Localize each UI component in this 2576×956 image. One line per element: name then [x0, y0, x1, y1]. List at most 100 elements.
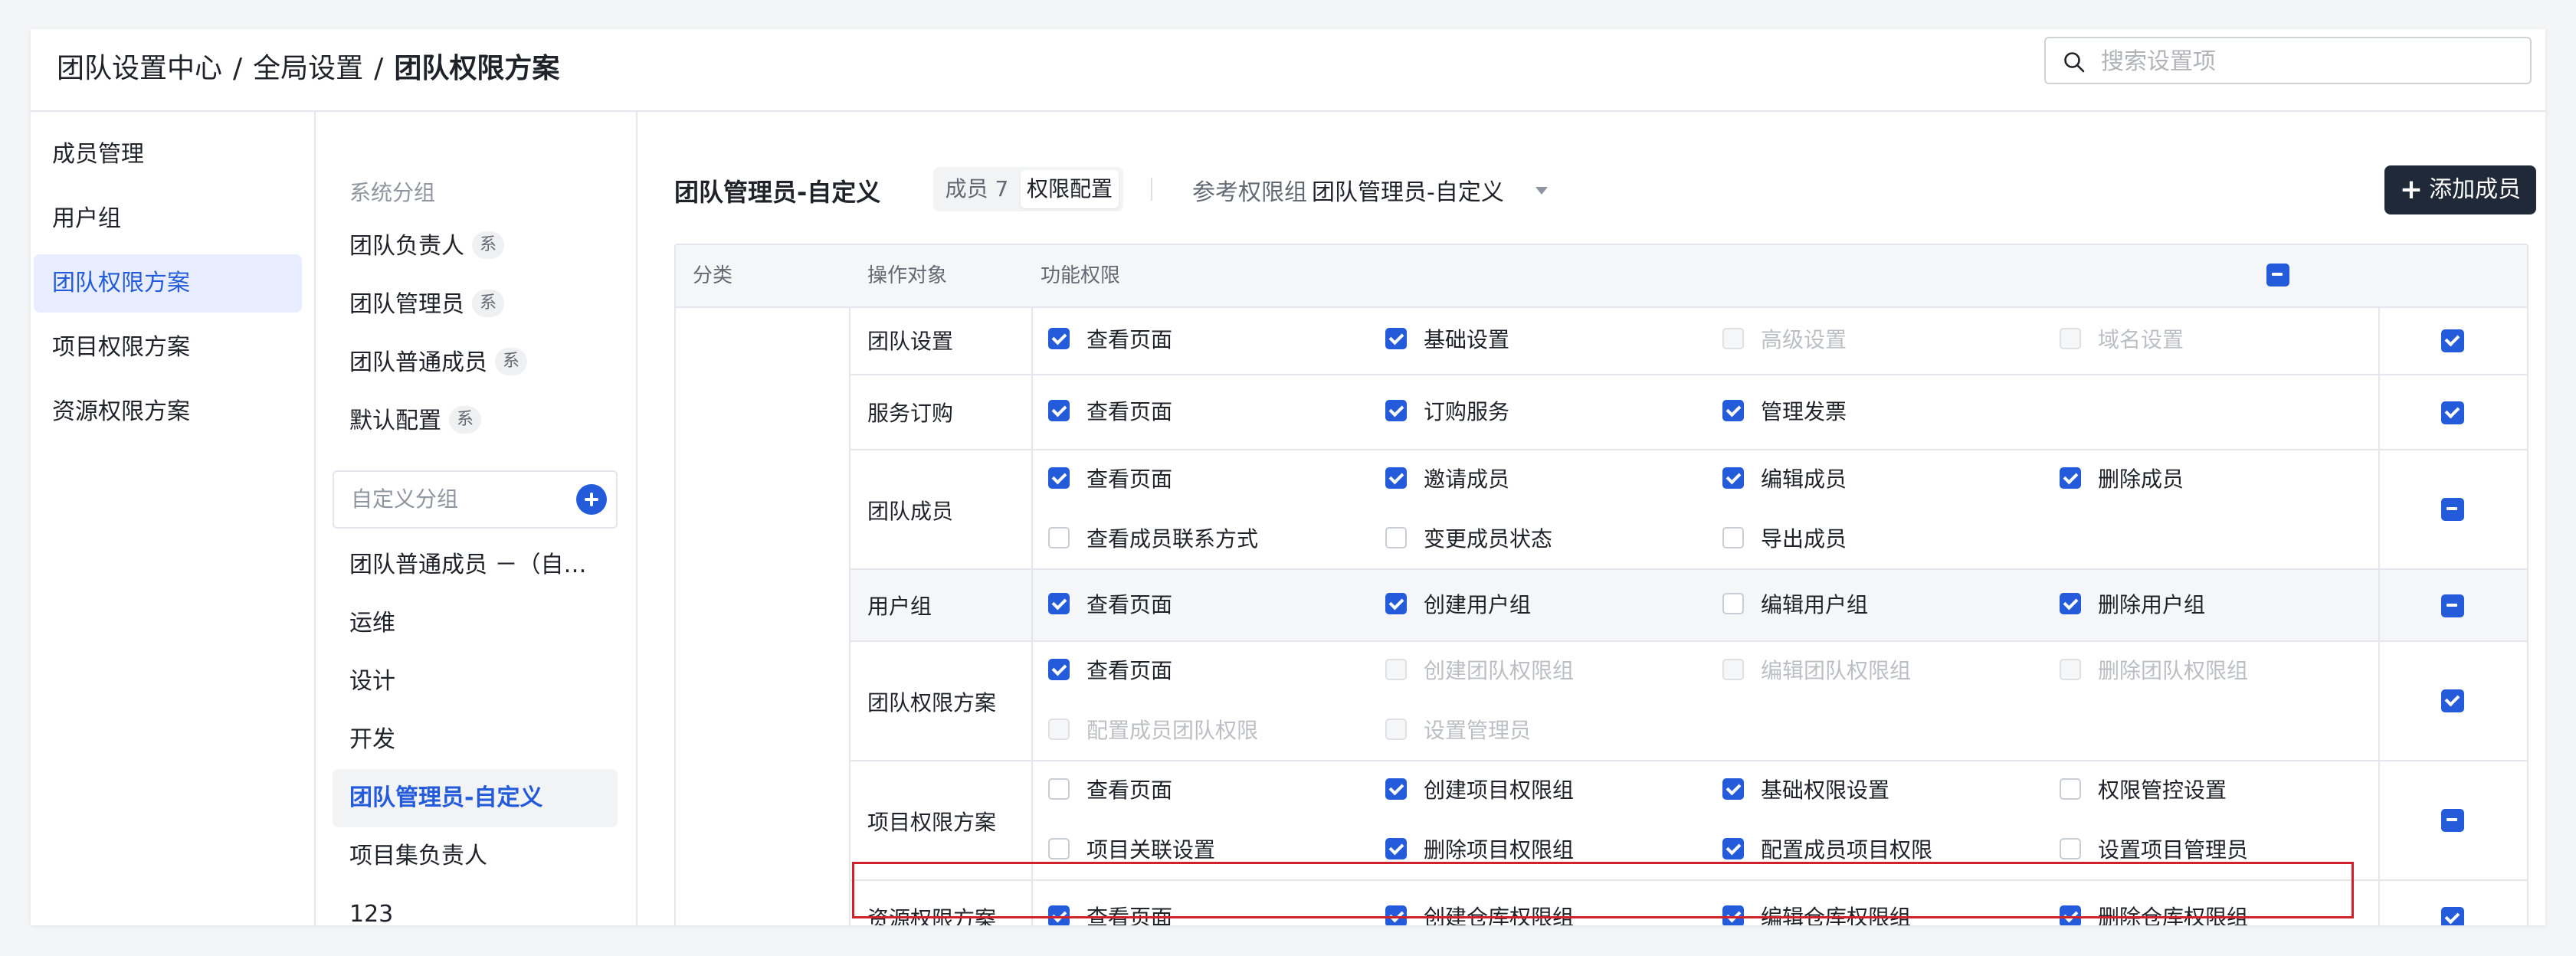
system-group-title: 系统分组: [349, 180, 436, 205]
header-permissions: 功能权限: [1041, 264, 1121, 287]
system-badge: 系: [495, 347, 528, 375]
custom-group-title: 自定义分组: [351, 486, 459, 512]
row-object: 服务订购: [867, 401, 954, 426]
permission-checkbox[interactable]: 编辑成员: [1722, 464, 1847, 495]
permission-checkbox: 创建团队权限组: [1385, 656, 1574, 686]
row-select-checkbox[interactable]: [2441, 401, 2464, 424]
group-item-label: 团队负责人: [349, 233, 464, 260]
permission-checkbox[interactable]: 查看成员联系方式: [1048, 524, 1258, 555]
system-badge: 系: [472, 231, 505, 259]
row-select-checkbox[interactable]: [2441, 329, 2464, 352]
permission-checkbox[interactable]: 项目关联设置: [1048, 835, 1215, 866]
breadcrumb-current: 团队权限方案: [394, 53, 560, 84]
permission-table: 分类 操作对象 功能权限 团队设置 查看页面 基础设置 高级设置 域名设置 服务…: [674, 244, 2528, 925]
header-object: 操作对象: [867, 264, 948, 287]
group-item-custom-selected[interactable]: 团队管理员-自定义: [333, 769, 618, 827]
system-badge: 系: [449, 405, 482, 434]
sidebar-item-team-permissions[interactable]: 团队权限方案: [34, 254, 302, 313]
permission-checkbox[interactable]: 查看页面: [1048, 397, 1172, 427]
toolbar-divider: [1151, 178, 1152, 201]
add-member-label: 添加成员: [2429, 176, 2522, 203]
permission-checkbox[interactable]: 管理发票: [1722, 397, 1847, 427]
reference-group-select[interactable]: 团队管理员-自定义: [1312, 173, 1504, 207]
select-all-checkbox[interactable]: [2266, 264, 2289, 286]
row-object: 团队成员: [867, 499, 954, 524]
permission-checkbox[interactable]: 查看页面: [1048, 590, 1172, 620]
search-icon: [2064, 52, 2085, 73]
table-row: 用户组 查看页面 创建用户组 编辑用户组 删除用户组: [850, 570, 2527, 642]
row-select-checkbox[interactable]: [2441, 594, 2464, 617]
group-item-custom[interactable]: 运维: [333, 594, 618, 653]
permission-checkbox: 高级设置: [1722, 325, 1847, 355]
permission-checkbox[interactable]: 删除项目权限组: [1385, 835, 1574, 866]
permission-checkbox: 编辑团队权限组: [1722, 656, 1911, 686]
group-item-custom[interactable]: 设计: [333, 653, 618, 711]
table-row: 团队权限方案 查看页面 创建团队权限组 编辑团队权限组 删除团队权限组 配置成员…: [850, 642, 2527, 761]
table-header: 分类 操作对象 功能权限: [676, 245, 2527, 308]
add-member-button[interactable]: + 添加成员: [2384, 165, 2536, 214]
tab-members[interactable]: 成员 7: [936, 170, 1018, 208]
breadcrumb: 团队设置中心 / 全局设置 / 团队权限方案: [57, 46, 559, 92]
permission-checkbox[interactable]: 查看页面: [1048, 464, 1172, 495]
search-input[interactable]: [2099, 44, 2516, 78]
permission-checkbox: 域名设置: [2060, 325, 2184, 355]
plus-icon: +: [2399, 174, 2424, 205]
permission-checkbox[interactable]: 设置项目管理员: [2060, 835, 2248, 866]
page-header: 团队设置中心 / 全局设置 / 团队权限方案: [31, 29, 2545, 112]
row-object: 团队权限方案: [867, 690, 997, 715]
sidebar-item-user-groups[interactable]: 用户组: [34, 190, 302, 248]
chevron-down-icon[interactable]: [1535, 187, 1548, 195]
group-item-label: 团队普通成员: [349, 349, 487, 376]
table-row: 服务订购 查看页面 订购服务 管理发票: [850, 375, 2527, 450]
search-box[interactable]: [2044, 37, 2532, 84]
group-item-default-config[interactable]: 默认配置系: [333, 392, 618, 450]
main-panel: 团队管理员-自定义 成员 7 权限配置 参考权限组 团队管理员-自定义 + 添加成…: [637, 110, 2545, 925]
table-row: 团队成员 查看页面 邀请成员 编辑成员 删除成员 查看成员联系方式 变更成员状态…: [850, 450, 2527, 570]
sidebar-item-project-permissions[interactable]: 项目权限方案: [34, 319, 302, 377]
sidebar-item-members[interactable]: 成员管理: [34, 126, 302, 184]
permission-checkbox[interactable]: 权限管控设置: [2060, 775, 2227, 806]
permission-checkbox[interactable]: 创建项目权限组: [1385, 775, 1574, 806]
permission-checkbox[interactable]: 查看页面: [1048, 775, 1172, 806]
permission-checkbox[interactable]: 变更成员状态: [1385, 524, 1552, 555]
permission-checkbox[interactable]: 编辑用户组: [1722, 590, 1868, 620]
permission-checkbox[interactable]: 基础设置: [1385, 325, 1509, 355]
primary-sidebar: 成员管理 用户组 团队权限方案 项目权限方案 资源权限方案: [31, 110, 316, 925]
breadcrumb-separator: /: [233, 53, 243, 84]
row-select-checkbox[interactable]: [2441, 689, 2464, 712]
group-item-team-admin[interactable]: 团队管理员系: [333, 276, 618, 334]
permission-checkbox[interactable]: 删除成员: [2060, 464, 2184, 495]
group-item-custom[interactable]: 团队普通成员 －（自…: [333, 536, 618, 594]
group-item-label: 团队管理员: [349, 291, 464, 318]
permission-group-list: 系统分组 团队负责人系 团队管理员系 团队普通成员系 默认配置系 自定义分组 团…: [316, 110, 637, 925]
permission-checkbox[interactable]: 配置成员项目权限: [1722, 835, 1932, 866]
permission-checkbox[interactable]: 创建用户组: [1385, 590, 1531, 620]
tab-permissions[interactable]: 权限配置: [1021, 170, 1119, 208]
breadcrumb-global-settings[interactable]: 全局设置: [253, 53, 363, 84]
permission-checkbox[interactable]: 基础权限设置: [1722, 775, 1889, 806]
view-switcher: 成员 7 权限配置: [933, 167, 1123, 211]
group-item-team-member[interactable]: 团队普通成员系: [333, 334, 618, 392]
permission-checkbox[interactable]: 导出成员: [1722, 524, 1847, 555]
sidebar-item-resource-permissions[interactable]: 资源权限方案: [34, 383, 302, 441]
add-custom-group-button[interactable]: [576, 484, 607, 515]
permission-checkbox: 配置成员团队权限: [1048, 715, 1258, 746]
permission-checkbox[interactable]: 订购服务: [1385, 397, 1509, 427]
group-item-team-owner[interactable]: 团队负责人系: [333, 218, 618, 276]
row-object: 团队设置: [867, 329, 954, 354]
highlight-box: [852, 862, 2354, 918]
row-select-checkbox[interactable]: [2441, 809, 2464, 832]
row-object: 用户组: [867, 594, 932, 619]
row-select-checkbox[interactable]: [2441, 498, 2464, 521]
permission-checkbox[interactable]: 删除用户组: [2060, 590, 2205, 620]
group-item-custom[interactable]: 123: [333, 886, 618, 925]
group-item-custom[interactable]: 项目集负责人: [333, 827, 618, 886]
group-item-label: 默认配置: [349, 408, 441, 434]
tab-members-label: 成员: [945, 176, 988, 201]
row-select-checkbox[interactable]: [2441, 907, 2464, 925]
permission-checkbox[interactable]: 邀请成员: [1385, 464, 1509, 495]
group-item-custom[interactable]: 开发: [333, 711, 618, 769]
breadcrumb-team-settings[interactable]: 团队设置中心: [57, 53, 222, 84]
permission-checkbox[interactable]: 查看页面: [1048, 325, 1172, 355]
permission-checkbox[interactable]: 查看页面: [1048, 656, 1172, 686]
